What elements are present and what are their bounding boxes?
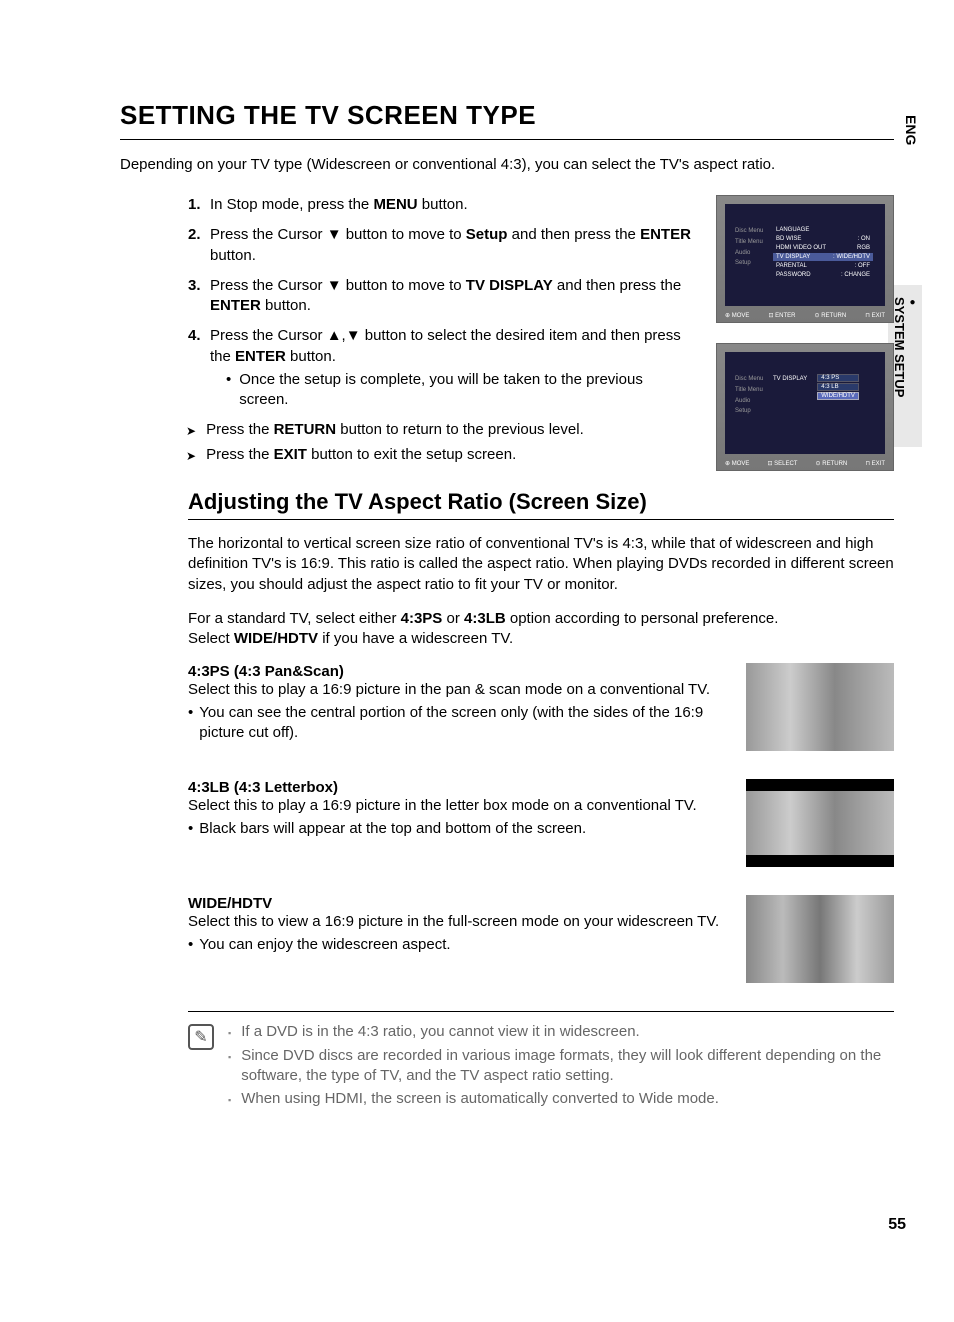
divider xyxy=(188,1011,894,1012)
option-bullet: You can enjoy the widescreen aspect. xyxy=(188,935,728,955)
subheading: Adjusting the TV Aspect Ratio (Screen Si… xyxy=(120,489,894,515)
note-item: When using HDMI, the screen is automatic… xyxy=(228,1089,894,1109)
osd-screenshot-2: SETUP Disc MenuTitle MenuAudioSetup TV D… xyxy=(716,343,894,471)
notes-block: If a DVD is in the 4:3 ratio, you cannot… xyxy=(120,1022,894,1112)
aspect-thumbnail xyxy=(746,779,894,867)
step-item: 2.Press the Cursor ▼ button to move to S… xyxy=(188,225,692,266)
option-desc: Select this to play a 16:9 picture in th… xyxy=(188,680,728,700)
option-title: 4:3PS (4:3 Pan&Scan) xyxy=(188,663,728,680)
aspect-thumbnail xyxy=(746,895,894,983)
page-title: SETTING THE TV SCREEN TYPE xyxy=(120,100,894,131)
divider xyxy=(120,139,894,140)
aspect-option: 4:3LB (4:3 Letterbox) Select this to pla… xyxy=(120,779,894,867)
step-item: 1.In Stop mode, press the MENU button. xyxy=(188,195,692,215)
intro-text: Depending on your TV type (Widescreen or… xyxy=(120,156,894,173)
page-number: 55 xyxy=(888,1216,906,1234)
arrow-item: Press the RETURN button to return to the… xyxy=(120,420,692,440)
instructions-row: 1.In Stop mode, press the MENU button. 2.… xyxy=(120,195,894,471)
note-item: If a DVD is in the 4:3 ratio, you cannot… xyxy=(228,1022,894,1042)
steps-list: 1.In Stop mode, press the MENU button. 2.… xyxy=(120,195,692,410)
option-bullet: Black bars will appear at the top and bo… xyxy=(188,819,728,839)
aspect-thumbnail xyxy=(746,663,894,751)
step-item: 3.Press the Cursor ▼ button to move to T… xyxy=(188,276,692,317)
arrow-list: Press the RETURN button to return to the… xyxy=(120,420,692,465)
step-item: 4.Press the Cursor ▲,▼ button to select … xyxy=(188,326,692,410)
aspect-description: The horizontal to vertical screen size r… xyxy=(120,534,894,595)
notes-list: If a DVD is in the 4:3 ratio, you cannot… xyxy=(228,1022,894,1112)
note-icon xyxy=(188,1024,214,1050)
lang-label: ENG xyxy=(903,115,919,145)
divider xyxy=(188,519,894,520)
note-item: Since DVD discs are recorded in various … xyxy=(228,1046,894,1087)
osd-column: SETUP Disc MenuTitle MenuAudioSetup LANG… xyxy=(716,195,894,471)
aspect-option: WIDE/HDTV Select this to view a 16:9 pic… xyxy=(120,895,894,983)
options-list: 4:3PS (4:3 Pan&Scan) Select this to play… xyxy=(120,663,894,983)
option-title: 4:3LB (4:3 Letterbox) xyxy=(188,779,728,796)
option-desc: Select this to view a 16:9 picture in th… xyxy=(188,912,728,932)
page-content: SETTING THE TV SCREEN TYPE Depending on … xyxy=(0,0,954,1152)
aspect-option: 4:3PS (4:3 Pan&Scan) Select this to play… xyxy=(120,663,894,751)
osd-screenshot-1: SETUP Disc MenuTitle MenuAudioSetup LANG… xyxy=(716,195,894,323)
option-bullet: You can see the central portion of the s… xyxy=(188,703,728,744)
option-desc: Select this to play a 16:9 picture in th… xyxy=(188,796,728,816)
arrow-item: Press the EXIT button to exit the setup … xyxy=(120,445,692,465)
standard-tv-note: For a standard TV, select either 4:3PS o… xyxy=(120,609,894,650)
steps-column: 1.In Stop mode, press the MENU button. 2.… xyxy=(120,195,692,471)
option-title: WIDE/HDTV xyxy=(188,895,728,912)
